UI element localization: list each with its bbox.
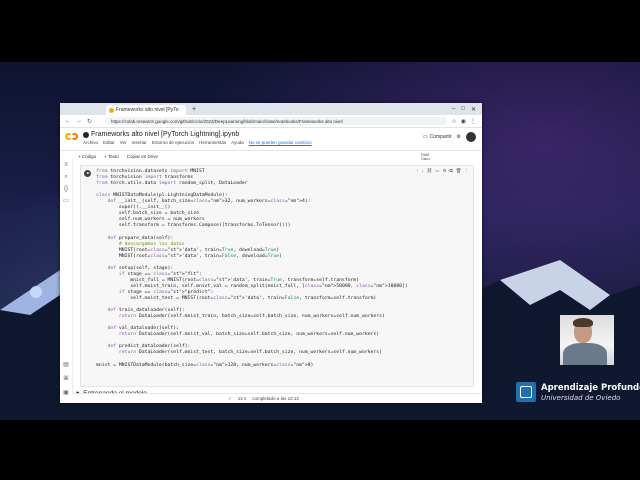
presenter-hair [573, 318, 593, 327]
search-icon[interactable]: ⌕ [60, 171, 72, 183]
status-time: 12 s [237, 396, 247, 401]
presenter-body [563, 343, 607, 365]
address-input[interactable]: https://colab.research.google.com/github… [105, 117, 448, 125]
course-branding: Aprendizaje Profundo Universidad de Ovie… [516, 382, 640, 402]
code-line: mnist = MNISTDataModule(batch_size=class… [96, 362, 314, 368]
gear-icon[interactable]: ⚙ [457, 134, 461, 140]
header-actions: ▭ Compartir ⚙ [423, 132, 476, 142]
resource-indicator[interactable]: RAM Disco [421, 153, 430, 161]
delete-icon[interactable]: 🗑 [456, 168, 462, 174]
folder-icon[interactable]: ▭ [60, 195, 72, 207]
terminal-icon[interactable]: ▣ [60, 387, 72, 399]
colab-logo-icon[interactable] [65, 133, 79, 141]
code-editor[interactable]: from torchvision.datasets import MNIST fr… [96, 169, 408, 369]
browser-window: Frameworks alto nivel [PyTo + – □ ✕ ← → … [60, 103, 482, 403]
menu-editar[interactable]: Editar [103, 140, 115, 145]
move-up-icon[interactable]: ↑ [416, 168, 418, 174]
check-icon: ✓ [228, 395, 232, 401]
mirror-icon[interactable]: ⧉ [450, 168, 453, 174]
notebook-title[interactable]: Frameworks alto nivel [PyTorch Lightning… [91, 131, 239, 138]
code-line: self.mnist_test = MNIST(root=class="st">… [96, 295, 377, 301]
reload-icon[interactable]: ↻ [87, 118, 92, 125]
close-icon[interactable]: ✕ [471, 106, 476, 113]
disk-label: Disco [421, 157, 430, 161]
branding-line1: Aprendizaje Profundo [541, 382, 640, 393]
menu-entorno[interactable]: Entorno de ejecución [152, 140, 194, 145]
browser-extensions: ☆ ◉ ⋮ [451, 118, 482, 125]
code-line: return DataLoader(self.mnist_test, batch… [118, 350, 383, 356]
address-bar-row: ← → ↻ https://colab.research.google.com/… [60, 115, 482, 128]
notebook-toolbar: + Código + Texto Copiar en Drive [60, 151, 482, 161]
snippets-icon[interactable]: ▤ [60, 359, 72, 371]
cell-settings-icon[interactable]: ⚙ [443, 168, 447, 174]
minimize-icon[interactable]: – [452, 106, 455, 113]
code-icon[interactable]: {} [60, 183, 72, 195]
more-icon[interactable]: ⋮ [470, 118, 476, 125]
letterbox-bottom [0, 420, 640, 480]
cell-toolbar: ↑ ↓ ⛓ ▭ ⚙ ⧉ 🗑 ⋮ [416, 168, 469, 174]
back-icon[interactable]: ← [65, 118, 71, 125]
letterbox-top [0, 0, 640, 62]
menu-herramientas[interactable]: Herramientas [199, 140, 226, 145]
move-down-icon[interactable]: ↓ [421, 168, 423, 174]
add-text-button[interactable]: + Texto [104, 154, 119, 159]
window-controls: – □ ✕ [452, 106, 482, 113]
menu-ayuda[interactable]: Ayuda [231, 140, 244, 145]
copy-drive-button[interactable]: Copiar en Drive [127, 154, 158, 159]
forward-icon[interactable]: → [76, 118, 82, 125]
status-bar: ✓ 12 s completado a las 10:12 [72, 393, 482, 403]
comment-icon: ▭ [422, 134, 428, 140]
star-icon[interactable]: ☆ [451, 118, 456, 125]
cell-more-icon[interactable]: ⋮ [465, 168, 470, 174]
add-code-button[interactable]: + Código [78, 154, 96, 159]
menu-bar: Archivo Editar Ver Insertar Entorno de e… [83, 140, 312, 145]
branding-line2: Universidad de Oviedo [541, 393, 621, 402]
share-button[interactable]: ▭ Compartir [423, 134, 452, 140]
new-tab-button[interactable]: + [192, 106, 196, 113]
link-icon[interactable]: ⛓ [427, 168, 433, 174]
code-cell[interactable]: ↑ ↓ ⛓ ▭ ⚙ ⧉ 🗑 ⋮ from torchvision.dataset… [80, 165, 474, 387]
command-icon[interactable]: ⌘ [60, 373, 72, 385]
code-line: return DataLoader(self.mnist_train, batc… [118, 314, 385, 320]
share-label: Compartir [429, 134, 452, 140]
menu-icon[interactable]: ≡ [60, 159, 72, 171]
menu-insertar[interactable]: Insertar [132, 140, 147, 145]
colab-favicon-icon [109, 107, 114, 113]
menu-archivo[interactable]: Archivo [83, 140, 98, 145]
unsaved-changes-link[interactable]: No se pueden guardar cambios [249, 140, 312, 145]
maximize-icon[interactable]: □ [461, 106, 465, 113]
tab-title: Frameworks alto nivel [PyTo [116, 107, 179, 113]
university-logo-icon [516, 382, 536, 402]
code-line: return DataLoader(self.mnist_val, batch_… [118, 332, 380, 338]
cell-comment-icon[interactable]: ▭ [435, 168, 439, 174]
run-icon[interactable] [84, 170, 91, 177]
branding-text: Aprendizaje Profundo Universidad de Ovie… [541, 383, 640, 402]
title-block: Frameworks alto nivel [PyTorch Lightning… [83, 131, 312, 145]
status-text: completado a las 10:12 [252, 396, 299, 401]
colab-header: Frameworks alto nivel [PyTorch Lightning… [60, 128, 482, 151]
menu-ver[interactable]: Ver [120, 140, 127, 145]
webcam-overlay [560, 315, 614, 365]
left-sidebar: ≡ ⌕ {} ▭ ▤ ⌘ ▣ [60, 159, 73, 403]
video-frame: Frameworks alto nivel [PyTo + – □ ✕ ← → … [0, 0, 640, 480]
nav-buttons: ← → ↻ [60, 118, 105, 125]
github-icon [83, 131, 89, 138]
extension-icon[interactable]: ◉ [461, 118, 466, 125]
avatar[interactable] [466, 132, 476, 142]
tab-notebook[interactable]: Frameworks alto nivel [PyTo [106, 105, 186, 115]
tab-bar: Frameworks alto nivel [PyTo + – □ ✕ [60, 103, 482, 115]
notebook-title-row: Frameworks alto nivel [PyTorch Lightning… [83, 131, 312, 138]
